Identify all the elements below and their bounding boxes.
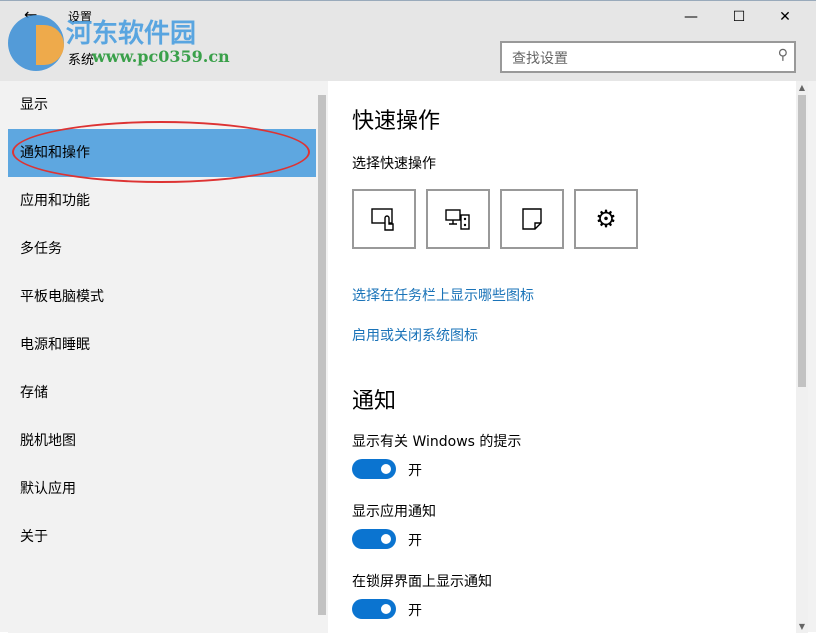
tips-toggle[interactable] — [352, 459, 396, 479]
toggle-state: 开 — [408, 600, 422, 620]
taskbar-icons-link[interactable]: 选择在任务栏上显示哪些图标 — [352, 285, 534, 305]
section-title: 系统 — [68, 49, 94, 68]
sidebar-item-storage[interactable]: 存储 — [8, 369, 316, 417]
maximize-button[interactable]: ☐ — [716, 5, 762, 29]
quick-actions-label: 选择快速操作 — [352, 153, 436, 173]
watermark-url: www.pc0359.cn — [92, 47, 230, 66]
minimize-button[interactable]: — — [668, 5, 714, 29]
toggle-label-lock-screen: 在锁屏界面上显示通知 — [352, 571, 492, 591]
project-icon — [444, 206, 472, 232]
toggle-state: 开 — [408, 530, 422, 550]
sidebar-item-about[interactable]: 关于 — [8, 513, 316, 561]
quick-action-note[interactable] — [500, 189, 564, 249]
quick-action-tablet-mode[interactable] — [352, 189, 416, 249]
toggle-state: 开 — [408, 460, 422, 480]
tablet-mode-icon — [370, 206, 398, 232]
sidebar-scrollbar[interactable] — [316, 81, 328, 633]
notifications-heading: 通知 — [352, 383, 396, 415]
search-placeholder: 查找设置 — [512, 51, 568, 67]
search-input[interactable]: 查找设置 ⚲ — [500, 41, 796, 73]
highlight-annotation — [12, 121, 310, 183]
app-notifications-toggle[interactable] — [352, 529, 396, 549]
quick-action-settings[interactable]: ⚙ — [574, 189, 638, 249]
settings-gear-icon: ⚙ — [595, 205, 617, 233]
search-icon[interactable]: ⚲ — [778, 47, 788, 63]
scrollbar-thumb[interactable] — [318, 95, 326, 615]
quick-actions-heading: 快速操作 — [352, 103, 440, 135]
note-icon — [518, 206, 546, 232]
toggle-label-tips: 显示有关 Windows 的提示 — [352, 431, 521, 451]
sidebar-item-offline-maps[interactable]: 脱机地图 — [8, 417, 316, 465]
sidebar-item-default-apps[interactable]: 默认应用 — [8, 465, 316, 513]
sidebar-item-apps[interactable]: 应用和功能 — [8, 177, 316, 225]
scrollbar-thumb[interactable] — [798, 95, 806, 387]
watermark-name: 河东软件园 — [66, 13, 196, 50]
sidebar-item-multitasking[interactable]: 多任务 — [8, 225, 316, 273]
close-button[interactable]: ✕ — [762, 5, 808, 29]
system-icons-link[interactable]: 启用或关闭系统图标 — [352, 325, 478, 345]
sidebar-item-power[interactable]: 电源和睡眠 — [8, 321, 316, 369]
content-pane: 快速操作 选择快速操作 ⚙ 选择在任务栏上显示哪些图标 启用或关闭系统图标 通知… — [328, 81, 796, 633]
scroll-up-icon[interactable]: ▲ — [796, 83, 808, 92]
quick-action-project[interactable] — [426, 189, 490, 249]
lock-screen-toggle[interactable] — [352, 599, 396, 619]
settings-window: ← 设置 系统 — ☐ ✕ 查找设置 ⚲ 河东软件园 www.pc0359.cn… — [0, 0, 816, 632]
toggle-label-app-notifications: 显示应用通知 — [352, 501, 436, 521]
sidebar-item-tablet-mode[interactable]: 平板电脑模式 — [8, 273, 316, 321]
scroll-down-icon[interactable]: ▼ — [796, 622, 808, 631]
content-scrollbar[interactable]: ▲ ▼ — [796, 81, 808, 633]
watermark-logo-icon — [8, 15, 64, 71]
